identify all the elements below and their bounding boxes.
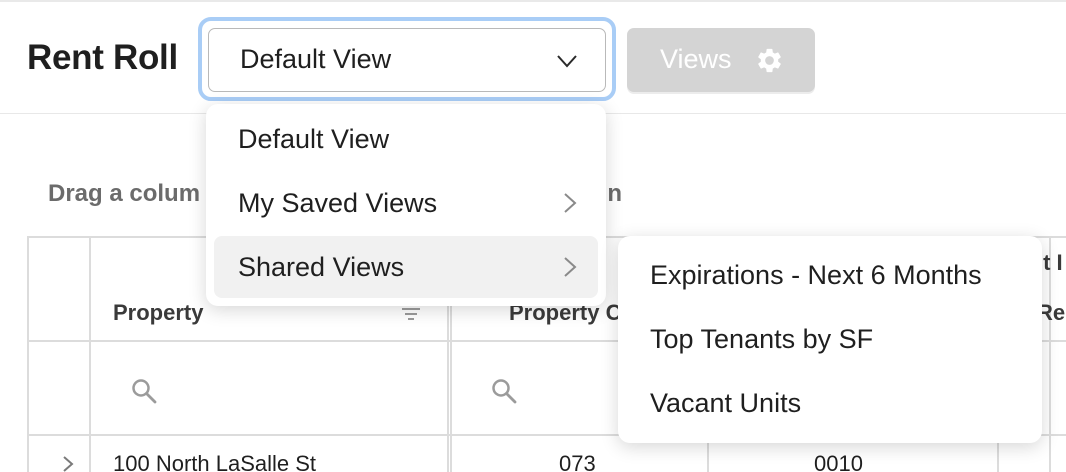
column-header-property[interactable]: Property — [113, 300, 203, 326]
top-border — [0, 0, 1066, 2]
submenu-item-top-tenants[interactable]: Top Tenants by SF — [618, 300, 1042, 362]
view-dropdown-menu: Default View My Saved Views Shared Views — [206, 104, 606, 306]
submenu-item-label: Expirations - Next 6 Months — [650, 260, 982, 290]
shared-views-submenu: Expirations - Next 6 Months Top Tenants … — [618, 236, 1042, 443]
menu-item-default-view[interactable]: Default View — [214, 108, 598, 170]
search-icon[interactable] — [490, 377, 518, 405]
submenu-item-label: Vacant Units — [650, 388, 802, 418]
chevron-right-icon[interactable] — [61, 455, 75, 472]
cell-property-code: 073 — [559, 451, 596, 472]
submenu-item-label: Top Tenants by SF — [650, 324, 874, 354]
menu-item-label: Shared Views — [238, 252, 405, 282]
views-button-label: Views — [660, 44, 732, 74]
submenu-item-expirations[interactable]: Expirations - Next 6 Months — [618, 236, 1042, 298]
cell-property: 100 North LaSalle St — [113, 451, 317, 472]
search-icon[interactable] — [130, 377, 158, 405]
view-select-value: Default View — [240, 44, 392, 74]
menu-item-my-saved-views[interactable]: My Saved Views — [214, 172, 598, 234]
grid-vline — [89, 238, 91, 472]
filter-icon[interactable] — [401, 305, 421, 323]
chevron-right-icon — [564, 257, 577, 277]
gear-icon — [758, 48, 781, 73]
page-title: Rent Roll — [27, 38, 178, 77]
menu-item-shared-views[interactable]: Shared Views — [214, 236, 598, 298]
chevron-right-icon — [564, 193, 577, 213]
group-hint-start: Drag a colum — [48, 180, 201, 207]
submenu-item-vacant-units[interactable]: Vacant Units — [618, 364, 1042, 426]
menu-item-label: Default View — [238, 124, 390, 154]
cell-unit: 0010 — [814, 451, 863, 472]
menu-item-label: My Saved Views — [238, 188, 438, 218]
chevron-down-icon[interactable] — [555, 50, 579, 72]
